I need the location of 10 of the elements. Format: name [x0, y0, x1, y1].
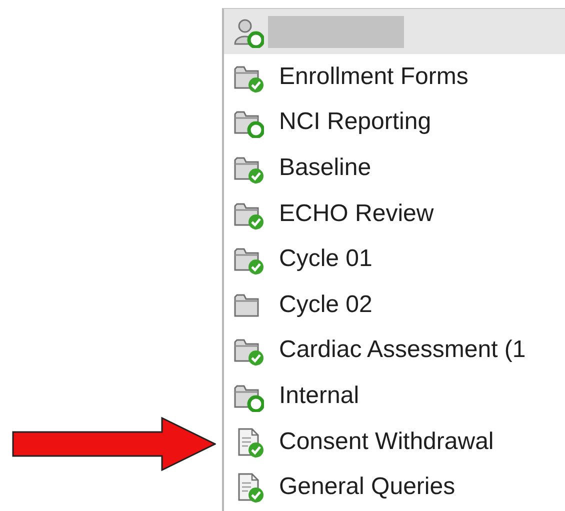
- tree-item-label[interactable]: Cardiac Assessment (1: [279, 336, 526, 364]
- tree-item-label[interactable]: Internal: [279, 382, 360, 410]
- tree-item-label[interactable]: Cycle 01: [279, 245, 372, 274]
- tree-item-label[interactable]: ECHO Review: [279, 200, 434, 228]
- tree-item-label[interactable]: General Queries: [279, 473, 456, 502]
- tree-item-label[interactable]: NCI Reporting: [279, 108, 432, 136]
- tree-item-label[interactable]: Enrollment Forms: [279, 62, 468, 91]
- tree-item-label[interactable]: Consent Withdrawal: [279, 428, 494, 456]
- tree-item-label[interactable]: Cycle 02: [279, 290, 372, 319]
- tree-item-label[interactable]: Baseline: [279, 154, 372, 182]
